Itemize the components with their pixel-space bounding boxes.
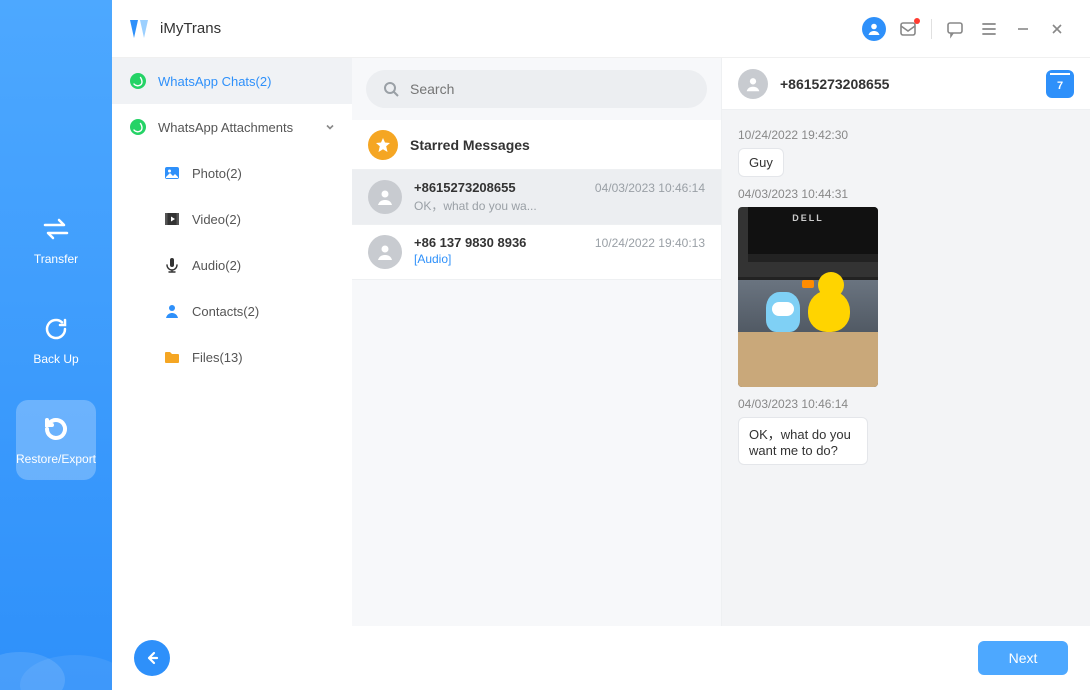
search-box[interactable]: [366, 70, 707, 108]
tree-label: Video(2): [192, 212, 241, 227]
close-icon: [1050, 22, 1064, 36]
app-title: iMyTrans: [160, 20, 221, 37]
menu-icon: [980, 20, 998, 38]
video-icon: [162, 209, 182, 229]
tree-label: Contacts(2): [192, 304, 259, 319]
whatsapp-icon: [128, 117, 148, 137]
chat-icon: [945, 19, 965, 39]
nav-transfer[interactable]: Transfer: [16, 200, 96, 280]
message-bubble: OK，what do you want me to do?: [738, 417, 868, 465]
logo-icon: [128, 18, 150, 40]
tree-photo[interactable]: Photo(2): [112, 150, 352, 196]
nav-label: Restore/Export: [16, 452, 96, 466]
account-icon: [862, 17, 886, 41]
footer: Next: [112, 626, 1090, 690]
feedback-button[interactable]: [938, 12, 972, 46]
notification-dot: [914, 18, 920, 24]
message-time: 04/03/2023 10:44:31: [738, 187, 1074, 201]
minimize-icon: [1016, 22, 1030, 36]
nav-backup[interactable]: Back Up: [16, 300, 96, 380]
chat-name: +8615273208655: [414, 180, 516, 195]
conversation-body[interactable]: 10/24/2022 19:42:30 Guy 04/03/2023 10:44…: [722, 110, 1090, 626]
tree-label: WhatsApp Attachments: [158, 120, 293, 135]
image-brand-text: DELL: [792, 213, 824, 223]
avatar: [738, 69, 768, 99]
tree-files[interactable]: Files(13): [112, 334, 352, 380]
chat-preview: OK，what do you wa...: [414, 197, 705, 214]
chat-timestamp: 04/03/2023 10:46:14: [595, 181, 705, 195]
chat-name: +86 137 9830 8936: [414, 235, 526, 250]
tree-video[interactable]: Video(2): [112, 196, 352, 242]
chat-item[interactable]: +8615273208655 04/03/2023 10:46:14 OK，wh…: [352, 170, 721, 225]
divider: [931, 19, 932, 39]
avatar: [368, 235, 402, 269]
backup-icon: [41, 314, 71, 344]
restore-icon: [41, 414, 71, 444]
message-time: 10/24/2022 19:42:30: [738, 128, 1074, 142]
search-input[interactable]: [410, 81, 691, 97]
chevron-down-icon: [324, 121, 336, 133]
account-button[interactable]: [857, 12, 891, 46]
chat-list: Starred Messages +8615273208655 04/03/20…: [352, 58, 722, 626]
tree-label: Files(13): [192, 350, 243, 365]
nav-label: Transfer: [34, 252, 78, 266]
chat-item[interactable]: +86 137 9830 8936 10/24/2022 19:40:13 [A…: [352, 225, 721, 280]
arrow-left-icon: [143, 649, 161, 667]
whatsapp-icon: [128, 71, 148, 91]
back-button[interactable]: [134, 640, 170, 676]
conversation-header: +8615273208655 7: [722, 58, 1090, 110]
nav-rail: Transfer Back Up Restore/Export: [0, 0, 112, 690]
tree-whatsapp-attachments[interactable]: WhatsApp Attachments: [112, 104, 352, 150]
category-tree: WhatsApp Chats(2) WhatsApp Attachments: [112, 58, 352, 626]
chat-preview: [Audio]: [414, 252, 705, 266]
inbox-button[interactable]: [891, 12, 925, 46]
conversation-panel: +8615273208655 7 10/24/2022 19:42:30 Guy…: [722, 58, 1090, 626]
search-icon: [382, 80, 400, 98]
starred-messages[interactable]: Starred Messages: [352, 120, 721, 170]
files-icon: [162, 347, 182, 367]
menu-button[interactable]: [972, 12, 1006, 46]
tree-whatsapp-chats[interactable]: WhatsApp Chats(2): [112, 58, 352, 104]
avatar: [368, 180, 402, 214]
tree-label: Audio(2): [192, 258, 241, 273]
contacts-icon: [162, 301, 182, 321]
calendar-day: 7: [1057, 80, 1063, 92]
minimize-button[interactable]: [1006, 12, 1040, 46]
nav-label: Back Up: [33, 352, 78, 366]
photo-icon: [162, 163, 182, 183]
transfer-icon: [41, 214, 71, 244]
titlebar: iMyTrans: [112, 0, 1090, 58]
chat-timestamp: 10/24/2022 19:40:13: [595, 236, 705, 250]
audio-icon: [162, 255, 182, 275]
starred-label: Starred Messages: [410, 137, 530, 153]
close-button[interactable]: [1040, 12, 1074, 46]
image-message[interactable]: DELL: [738, 207, 878, 387]
star-icon: [368, 130, 398, 160]
calendar-button[interactable]: 7: [1046, 70, 1074, 98]
cloud-decoration: [0, 610, 112, 690]
next-button[interactable]: Next: [978, 641, 1068, 675]
tree-label: Photo(2): [192, 166, 242, 181]
tree-label: WhatsApp Chats(2): [158, 74, 271, 89]
nav-restore-export[interactable]: Restore/Export: [16, 400, 96, 480]
next-label: Next: [1009, 650, 1038, 666]
message-bubble: Guy: [738, 148, 784, 177]
message-time: 04/03/2023 10:46:14: [738, 397, 1074, 411]
tree-audio[interactable]: Audio(2): [112, 242, 352, 288]
app-logo: iMyTrans: [128, 18, 221, 40]
tree-contacts[interactable]: Contacts(2): [112, 288, 352, 334]
conversation-title: +8615273208655: [780, 76, 1034, 92]
